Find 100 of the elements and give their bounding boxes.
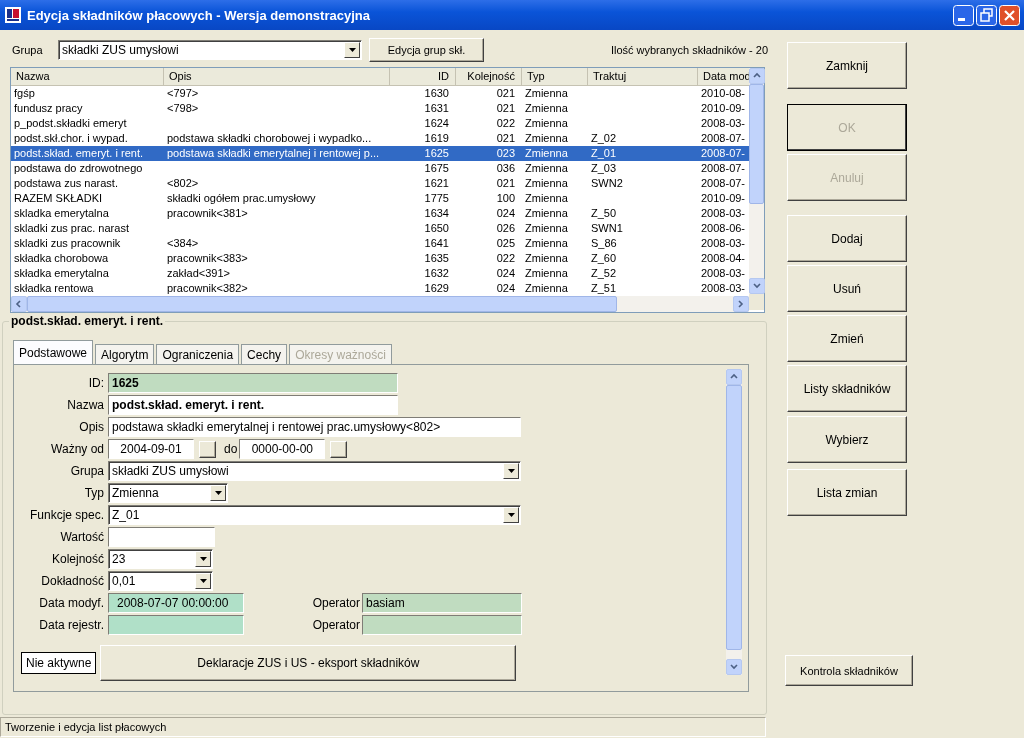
column-header[interactable]: Typ — [522, 68, 588, 85]
scroll-arrow-button[interactable] — [749, 278, 765, 294]
scroll-arrow-button[interactable] — [726, 369, 742, 385]
scroll-arrow-button[interactable] — [749, 68, 765, 84]
table-cell: Zmienna — [525, 237, 568, 249]
table-cell: Z_60 — [591, 252, 617, 264]
text-field[interactable]: 2008-07-07 00:00:00 — [108, 593, 244, 613]
action-button[interactable]: Listy składników — [787, 365, 907, 412]
dropdown-button[interactable] — [503, 463, 519, 479]
tab[interactable]: Algorytm — [95, 344, 155, 364]
dropdown-button[interactable] — [503, 507, 519, 523]
field-label: Data rejestr. — [38, 618, 105, 632]
table-cell: 1629 — [424, 282, 449, 294]
date-picker-button[interactable] — [199, 440, 216, 458]
table-row[interactable]: podst.skład. emeryt. i rent. podstawa składki emerytalnej i rentowej p... 1625 023 Zmienna Z_01 2008-07- — [11, 146, 749, 161]
table-row[interactable]: fundusz pracy <798> 1631 021 Zmienna 2010-09- — [11, 101, 749, 116]
table-cell: 036 — [496, 162, 515, 174]
table-cell: podstawa do zdrowotnego — [14, 162, 143, 174]
table-row[interactable]: składka chorobowa pracownik<383> 1635 022 Zmienna Z_60 2008-04- — [11, 251, 749, 266]
caret-icon — [507, 469, 515, 473]
table-row[interactable]: fgśp <797> 1630 021 Zmienna 2010-08- — [11, 86, 749, 101]
table-cell: 021 — [496, 132, 515, 144]
scroll-thumb[interactable] — [749, 84, 764, 204]
scroll-arrow-button[interactable] — [11, 296, 27, 312]
table-cell: 2008-04- — [701, 252, 746, 264]
status-bar: Tworzenie i edycja list płacowych — [0, 717, 766, 737]
text-field[interactable]: podst.skład. emeryt. i rent. — [108, 395, 398, 415]
date-field[interactable]: 0000-00-00 — [239, 439, 326, 459]
table-row[interactable]: podst.skł.chor. i wypad. podstawa składki chorobowej i wypadko... 1619 021 Zmienna Z_02 2008-07- — [11, 131, 749, 146]
table-cell: 021 — [496, 177, 515, 189]
table-cell: 022 — [496, 117, 515, 129]
column-header[interactable]: Kolejność — [456, 68, 522, 85]
dropdown-button[interactable] — [344, 42, 360, 58]
table-row[interactable]: RAZEM SKŁADKI składki ogółem prac.umysłowy 1775 100 Zmienna 2010-09- — [11, 191, 749, 206]
tab[interactable]: Podstawowe — [13, 340, 94, 364]
export-button[interactable]: Deklaracje ZUS i US - eksport składników — [100, 645, 517, 681]
action-button[interactable]: Wybierz — [787, 416, 907, 463]
scroll-arrow-button[interactable] — [726, 659, 742, 675]
scrollbar-corner — [749, 294, 764, 310]
text-field[interactable] — [108, 615, 244, 635]
action-button[interactable]: Usuń — [787, 265, 907, 312]
action-button[interactable]: Zamknij — [787, 42, 907, 89]
table-row[interactable]: skladka emerytalna pracownik<381> 1634 024 Zmienna Z_50 2008-03- — [11, 206, 749, 221]
table-row[interactable]: skladki zus pracownik <384> 1641 025 Zmienna S_86 2008-03- — [11, 236, 749, 251]
app-logo-icon — [5, 7, 21, 23]
caret-icon — [199, 557, 207, 561]
table-cell: Zmienna — [525, 102, 568, 114]
dropdown-button[interactable] — [195, 551, 211, 567]
table-cell: p_podst.składki emeryt — [14, 117, 127, 129]
close-icon — [999, 4, 1020, 26]
text-field[interactable]: podstawa składki emerytalnej i rentowej prac.umysłowy<802> — [108, 417, 521, 437]
column-header[interactable]: Traktuj — [588, 68, 698, 85]
table-row[interactable]: składka rentowa pracownik<382> 1629 024 Zmienna Z_51 2008-03- — [11, 281, 749, 296]
scroll-thumb[interactable] — [726, 385, 742, 650]
action-button[interactable]: Lista zmian — [787, 469, 907, 516]
date-picker-button[interactable] — [330, 440, 348, 458]
dropdown-field[interactable]: Z_01 — [108, 505, 521, 525]
scroll-thumb[interactable] — [27, 296, 617, 312]
table-cell: Zmienna — [525, 117, 568, 129]
dropdown-field[interactable]: 0,01 — [108, 571, 213, 591]
field-label: Operator — [311, 596, 361, 610]
tab[interactable]: Ograniczenia — [156, 344, 240, 364]
action-button[interactable]: Zmień — [787, 315, 907, 362]
dropdown-button[interactable] — [195, 573, 211, 589]
table-row[interactable]: podstawa zus narast. <802> 1621 021 Zmienna SWN2 2008-07- — [11, 176, 749, 191]
table-row[interactable]: skladki zus prac. narast 1650 026 Zmienna SWN1 2008-06- — [11, 221, 749, 236]
caret-icon — [348, 48, 356, 52]
text-field[interactable]: basiam — [362, 593, 522, 613]
edit-groups-button[interactable]: Edycja grup skł. — [369, 38, 484, 62]
column-header[interactable]: Opis — [164, 68, 390, 85]
text-field[interactable] — [362, 615, 522, 635]
scroll-arrow-button[interactable] — [733, 296, 749, 312]
field-label: Data modyf. — [38, 596, 105, 610]
dropdown-field[interactable]: Zmienna — [108, 483, 228, 503]
table-cell: pracownik<381> — [167, 207, 248, 219]
column-header[interactable]: ID — [390, 68, 456, 85]
table-cell: 021 — [496, 102, 515, 114]
table-cell: 2008-03- — [701, 267, 746, 279]
check-button[interactable]: Kontrola składników — [785, 655, 913, 686]
text-field[interactable] — [108, 527, 215, 547]
table-cell: 2008-07- — [701, 132, 746, 144]
table-cell: podstawa składki emerytalnej i rentowej p... — [167, 147, 380, 159]
dropdown-field[interactable]: składki ZUS umysłowi — [108, 461, 521, 481]
table-row[interactable]: p_podst.składki emeryt 1624 022 Zmienna 2008-03- — [11, 116, 749, 131]
table-row[interactable]: składka emerytalna zakład<391> 1632 024 Zmienna Z_52 2008-03- — [11, 266, 749, 281]
table-row[interactable]: podstawa do zdrowotnego 1675 036 Zmienna Z_03 2008-07- — [11, 161, 749, 176]
field-label: Typ — [83, 486, 105, 500]
table-cell: SWN2 — [591, 177, 623, 189]
group-select[interactable]: składki ZUS umysłowi — [58, 40, 362, 60]
table-cell: Zmienna — [525, 162, 568, 174]
dropdown-button[interactable] — [210, 485, 226, 501]
dropdown-field[interactable]: 23 — [108, 549, 213, 569]
date-field[interactable]: 2004-09-01 — [108, 439, 194, 459]
action-button[interactable]: Dodaj — [787, 215, 907, 262]
table-cell: skladka emerytalna — [14, 207, 109, 219]
column-header[interactable]: Nazwa — [11, 68, 164, 85]
table-cell: pracownik<383> — [167, 252, 248, 264]
table-cell: <384> — [167, 237, 199, 249]
text-field[interactable]: 1625 — [108, 373, 398, 393]
tab[interactable]: Cechy — [241, 344, 288, 364]
